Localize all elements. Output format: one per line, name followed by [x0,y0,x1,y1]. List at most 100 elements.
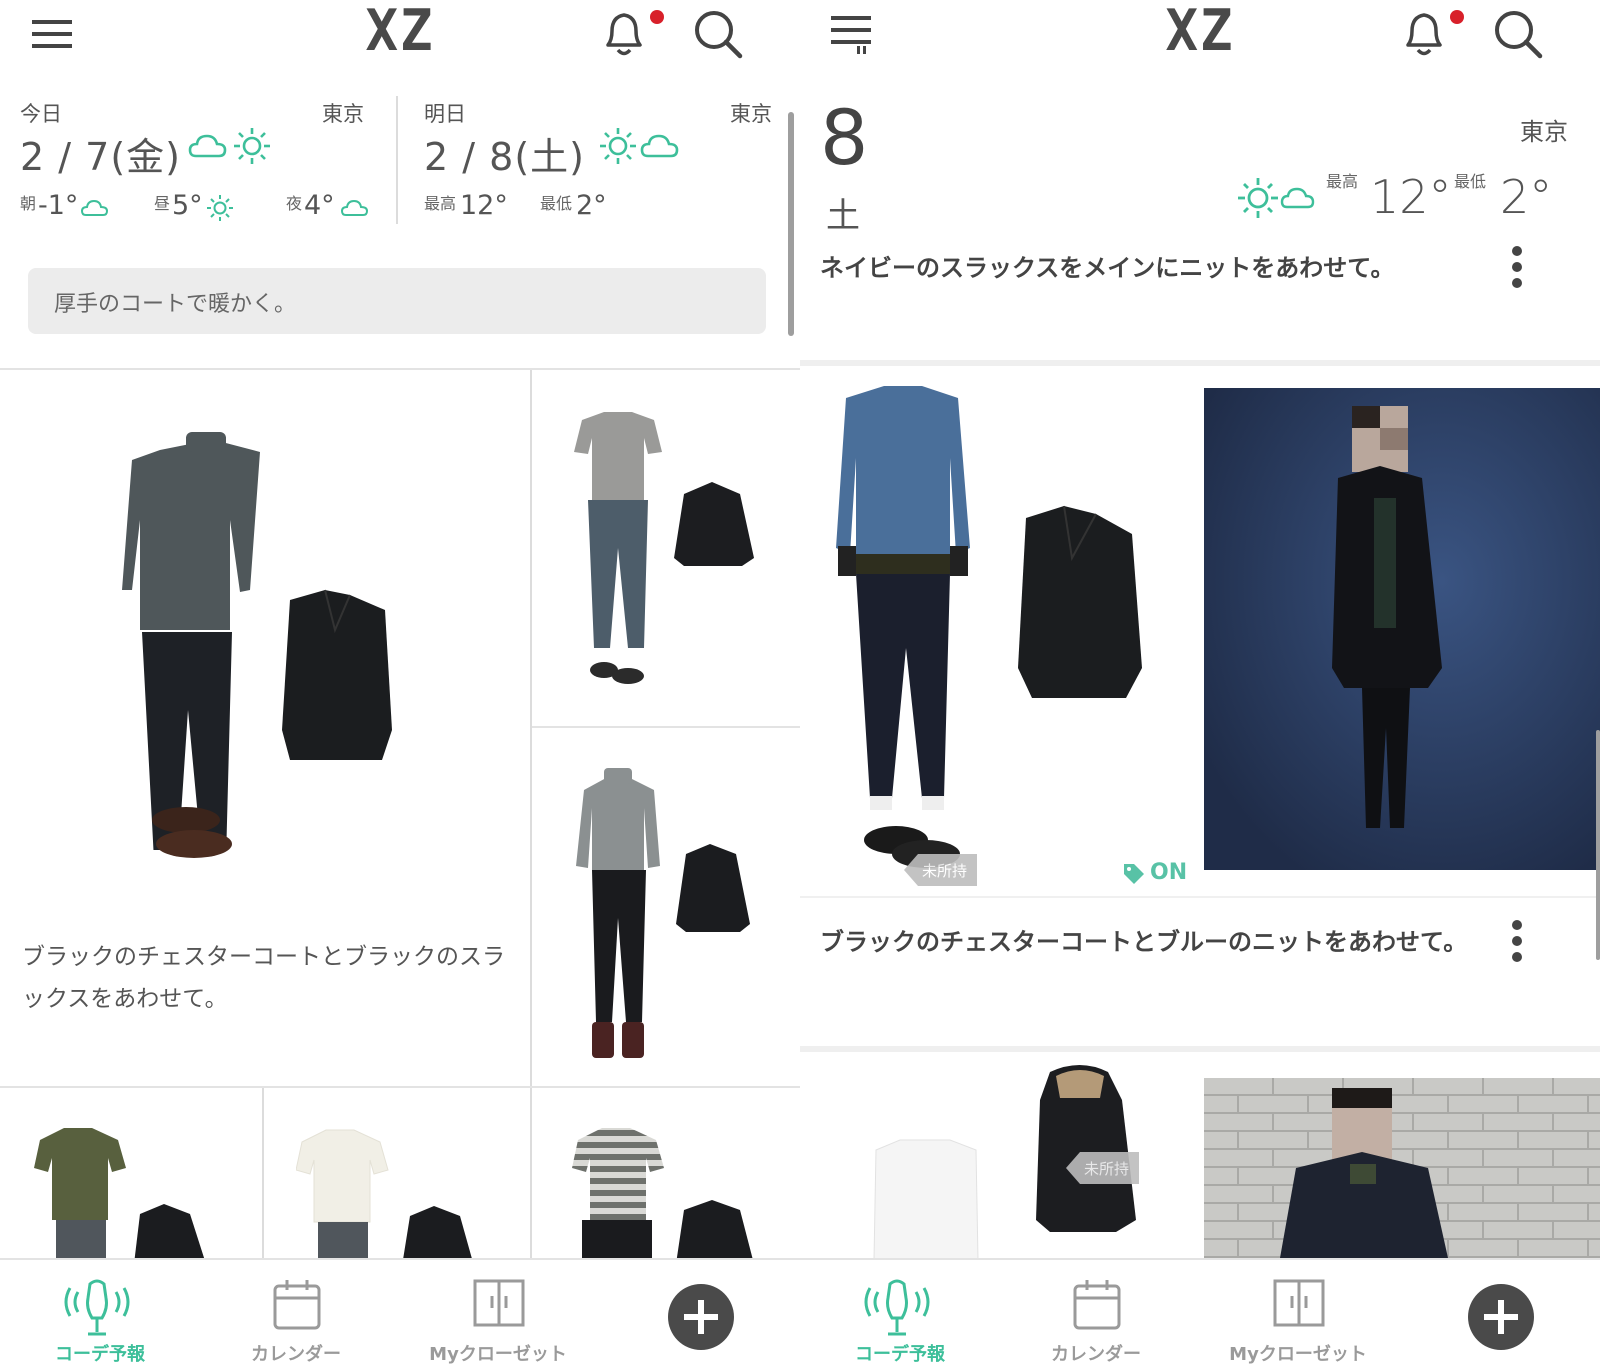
outfit-card[interactable] [532,370,800,726]
section-divider [800,896,1600,898]
noon-label: 昼 [154,194,171,213]
cloud-icon [188,134,227,158]
tomorrow-low-temp: 2° [576,190,607,221]
forecast-headline: ネイビーのスラックスをメインにニットをあわせて。 [820,254,1395,282]
dot [1512,952,1522,962]
search-button[interactable] [686,6,750,62]
search-icon [1495,11,1543,59]
bottom-navigation: コーデ予報 カレンダー Myクローゼット [0,1258,800,1366]
today-label: 今日 [20,102,62,126]
scrollbar[interactable] [1596,730,1600,960]
weather-divider [396,96,398,224]
tomorrow-high-label: 最高 [424,194,457,213]
bell-icon [1406,13,1442,56]
outfit-image [574,412,754,684]
sun-icon [600,128,636,164]
dot [1512,920,1522,930]
forecast-day: 8 [820,93,869,182]
cloud-icon [640,134,679,158]
tomorrow-high-temp: 12° [460,190,508,221]
outfit-image [836,386,1142,868]
dot [1512,936,1522,946]
outfit-image [572,1128,753,1258]
shoes-image [152,807,232,858]
search-button[interactable] [1486,6,1550,62]
nav-label-closet: Myクローゼット [1229,1344,1367,1365]
left-screen: XZ 今日 東京 2 / 7(金) 朝 -1° 昼 5° 夜 4° 明日 東京 … [0,0,800,1366]
dot [1512,246,1522,256]
dot [1512,278,1522,288]
forecast-city: 東京 [1520,118,1568,146]
bell-icon [606,13,642,56]
nav-tab-closet[interactable]: Myクローゼット [398,1260,598,1366]
tomorrow-low-label: 最低 [540,194,573,213]
noon-temp: 5° [172,190,203,221]
not-owned-tag: 未所持 [1066,1152,1140,1184]
nav-tab-forecast[interactable]: コーデ予報 [800,1260,1000,1366]
notification-badge [1450,10,1464,24]
forecast-weekday: 土 [826,196,860,236]
mannequin-icon [64,1279,130,1336]
notification-button[interactable] [1392,6,1464,62]
outfit-card[interactable] [0,1088,262,1258]
today-city: 東京 [322,102,364,126]
more-options-button[interactable] [1508,920,1528,964]
nav-tab-closet[interactable]: Myクローゼット [1198,1260,1398,1366]
sun-icon [234,128,270,164]
outfit-image [576,768,750,1058]
cloud-icon [340,199,369,216]
on-tag: ON [1122,860,1187,885]
mannequin-icon [864,1279,930,1336]
outfit-card[interactable] [264,1088,530,1258]
cloud-icon [1280,187,1315,209]
outfit-card[interactable] [532,728,800,1086]
not-owned-tag: 未所持 [904,854,978,886]
outfit-caption: ブラックのチェスターコートとブルーのニットをあわせて。 [820,928,1468,956]
outfit-card[interactable]: 未所持 [800,1052,1204,1258]
tomorrow-city: 東京 [730,102,772,126]
sun-icon [207,195,233,221]
plus-icon [684,1300,718,1334]
today-date: 2 / 7(金) [20,135,181,179]
app-logo: XZ [1165,0,1235,64]
cloud-icon [80,199,109,216]
plus-icon [1484,1300,1518,1334]
tomorrow-date: 2 / 8(土) [424,135,585,179]
on-tag-label: ON [1150,860,1188,885]
nav-tab-calendar[interactable]: カレンダー [196,1260,396,1366]
forecast-high-temp: 12° [1370,170,1452,224]
closet-icon [473,1279,525,1327]
outfit-image [296,1129,472,1258]
morning-label: 朝 [20,194,37,213]
night-label: 夜 [286,194,303,213]
scrollbar[interactable] [788,112,794,336]
add-button[interactable] [1468,1284,1534,1350]
night-temp: 4° [304,190,335,221]
notification-badge [650,10,664,24]
nav-tab-calendar[interactable]: カレンダー [996,1260,1196,1366]
nav-tab-forecast[interactable]: コーデ予報 [0,1260,200,1366]
outfit-card[interactable]: 未所持 ON [800,366,1204,896]
outfit-card-main[interactable]: ブラックのチェスターコートとブラックのスラックスをあわせて。 [0,370,530,1086]
outfit-caption: ブラックのチェスターコートとブラックのスラックスをあわせて。 [22,944,505,1012]
nav-label-closet: Myクローゼット [429,1344,567,1365]
morning-temp: -1° [38,190,79,221]
search-icon [695,11,743,59]
nav-label-calendar: カレンダー [251,1344,341,1365]
bottom-navigation: コーデ予報 カレンダー Myクローゼット [800,1258,1600,1366]
model-image [1204,388,1600,870]
nav-label-calendar: カレンダー [1051,1344,1141,1365]
model-photo[interactable] [1204,1078,1600,1258]
outfit-card[interactable] [532,1088,800,1258]
app-logo: XZ [365,0,435,64]
sun-icon [1238,178,1278,218]
dot [1512,262,1522,272]
notification-button[interactable] [592,6,664,62]
model-photo[interactable] [1204,388,1600,870]
add-button[interactable] [668,1284,734,1350]
outfit-image [122,432,392,850]
calendar-icon [273,1280,321,1330]
tag-icon [1124,863,1144,884]
nav-label-forecast: コーデ予報 [855,1344,945,1365]
more-options-button[interactable] [1508,246,1528,290]
